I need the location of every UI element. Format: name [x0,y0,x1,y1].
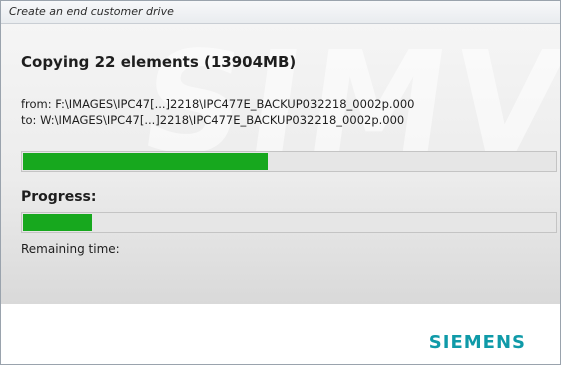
siemens-logo: SIEMENS [428,332,526,353]
progress-label: Progress: [21,189,97,205]
overall-progress-fill [23,214,92,231]
footer: SIEMENS [1,305,560,364]
dialog-window: Create an end customer drive SIMV Copyin… [0,0,561,365]
overall-progress-bar [21,212,557,233]
destination-path: to: W:\IMAGES\IPC47[...]2218\IPC477E_BAC… [21,113,405,127]
source-path: from: F:\IMAGES\IPC47[...]2218\IPC477E_B… [21,97,415,111]
window-title: Create an end customer drive [9,5,174,18]
file-progress-bar [21,151,557,172]
content-panel: SIMV Copying 22 elements (13904MB) from:… [1,24,560,304]
remaining-time-label: Remaining time: [21,242,120,256]
title-bar[interactable]: Create an end customer drive [1,1,560,24]
copy-heading: Copying 22 elements (13904MB) [21,53,297,71]
file-progress-fill [23,153,268,170]
